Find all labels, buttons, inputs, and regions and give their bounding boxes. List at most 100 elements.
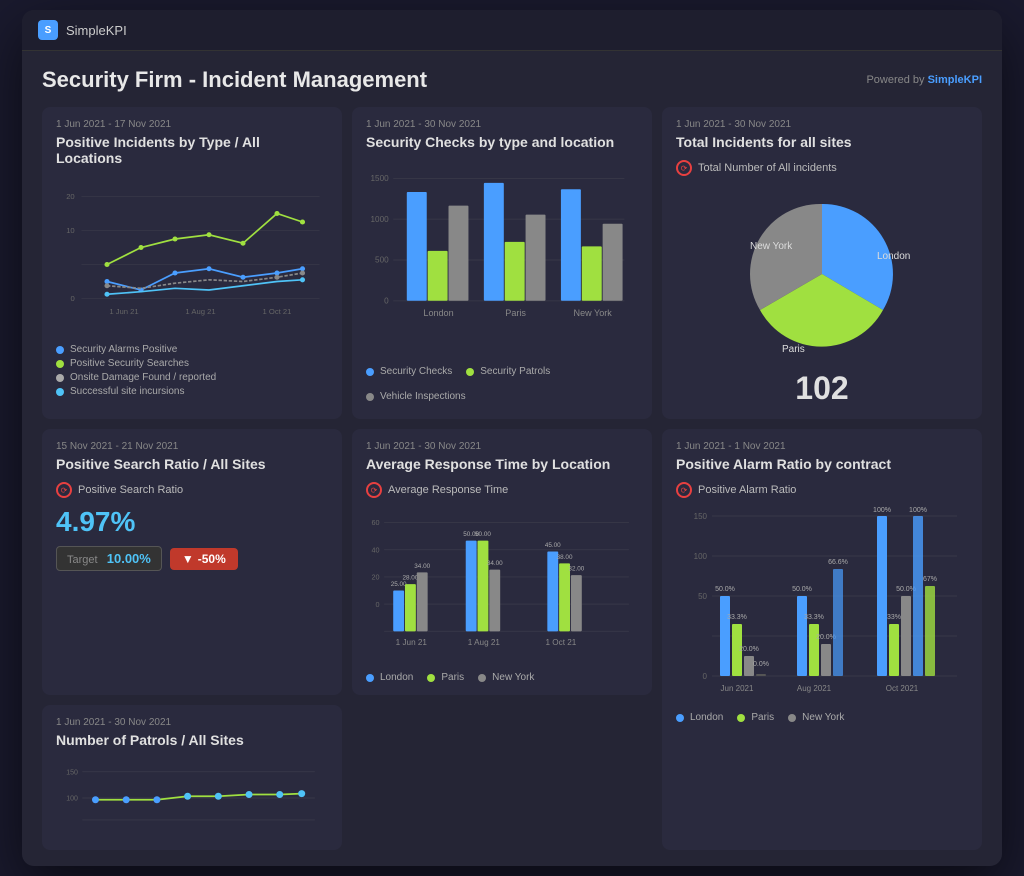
app-name: SimpleKPI — [66, 23, 127, 38]
legend-security-patrols: Security Patrols — [466, 366, 550, 377]
card2-title: Security Checks by type and location — [366, 134, 638, 150]
pie-chart-container: London Paris New York 102 — [676, 184, 968, 407]
legend-dot-newyork — [478, 674, 486, 682]
svg-text:Jun 2021: Jun 2021 — [721, 684, 754, 693]
legend-searches: Positive Security Searches — [56, 358, 328, 369]
legend-dot-security-checks — [366, 368, 374, 376]
card-response-time: 1 Jun 2021 - 30 Nov 2021 Average Respons… — [352, 429, 652, 695]
svg-text:20.0%: 20.0% — [816, 634, 836, 641]
legend-dot-incursions — [56, 388, 64, 396]
svg-text:50.00: 50.00 — [475, 531, 491, 538]
card5-title: Average Response Time by Location — [366, 456, 638, 472]
svg-text:66.6%: 66.6% — [828, 559, 848, 566]
card5-date: 1 Jun 2021 - 30 Nov 2021 — [366, 441, 638, 452]
card4-title: Positive Search Ratio / All Sites — [56, 456, 328, 472]
svg-text:Aug 2021: Aug 2021 — [797, 684, 832, 693]
card2-date: 1 Jun 2021 - 30 Nov 2021 — [366, 119, 638, 130]
legend-alarm-newyork: New York — [788, 712, 844, 723]
card-search-ratio: 15 Nov 2021 - 21 Nov 2021 Positive Searc… — [42, 429, 342, 695]
card4-value: 4.97% — [56, 506, 328, 538]
card-alarm-ratio: 1 Jun 2021 - 1 Nov 2021 Positive Alarm R… — [662, 429, 982, 850]
svg-text:33.3%: 33.3% — [727, 614, 747, 621]
legend-dot-vehicle-inspections — [366, 393, 374, 401]
svg-text:0.0%: 0.0% — [753, 661, 769, 668]
card6-legend: London Paris New York — [676, 712, 968, 723]
main-content: Security Firm - Incident Management Powe… — [22, 51, 1002, 866]
svg-text:Paris: Paris — [505, 308, 526, 318]
card3-kpi-label: Total Number of All incidents — [698, 162, 837, 174]
svg-text:London: London — [423, 308, 453, 318]
legend-dot-alarms — [56, 346, 64, 354]
line-chart: 20 10 0 1 Jun 21 1 Aug 21 1 Oct 21 — [56, 176, 328, 336]
response-chart-svg: 60 40 20 0 25.00 28.00 34.00 50.00 — [366, 506, 638, 666]
svg-text:40: 40 — [372, 545, 380, 554]
svg-text:20.0%: 20.0% — [739, 646, 759, 653]
legend-dot-alarm-london — [676, 714, 684, 722]
kpi-icon-search: ⟳ — [56, 482, 72, 498]
legend-dot-alarm-newyork — [788, 714, 796, 722]
svg-text:0: 0 — [70, 294, 74, 303]
legend-incursions: Successful site incursions — [56, 386, 328, 397]
kpi-icon-alarm: ⟳ — [676, 482, 692, 498]
target-label: Target 10.00% — [56, 546, 162, 571]
card5-legend: London Paris New York — [366, 672, 638, 683]
bar-chart-svg: 1500 1000 500 0 — [366, 160, 638, 360]
pie-total: 102 — [795, 370, 848, 407]
svg-text:New York: New York — [574, 308, 613, 318]
svg-text:50.0%: 50.0% — [715, 586, 735, 593]
card3-subtitle: ⟳ Total Number of All incidents — [676, 160, 968, 176]
svg-text:1 Jun 21: 1 Jun 21 — [109, 307, 138, 316]
svg-text:45.00: 45.00 — [545, 542, 561, 549]
kpi-icon-response: ⟳ — [366, 482, 382, 498]
svg-text:67%: 67% — [923, 576, 937, 583]
card2-legend: Security Checks Security Patrols Vehicle… — [366, 366, 638, 402]
svg-text:38.00: 38.00 — [557, 554, 573, 561]
svg-text:150: 150 — [694, 512, 708, 521]
svg-text:34.00: 34.00 — [487, 560, 503, 567]
legend-dot-security-patrols — [466, 368, 474, 376]
app-window: S SimpleKPI Security Firm - Incident Man… — [22, 10, 1002, 866]
legend-damage: Onsite Damage Found / reported — [56, 372, 328, 383]
legend-security-checks: Security Checks — [366, 366, 452, 377]
svg-text:20: 20 — [372, 573, 380, 582]
patrol-chart-area: 150 100 — [56, 758, 328, 838]
svg-text:Oct 2021: Oct 2021 — [886, 684, 919, 693]
legend-alarms: Security Alarms Positive — [56, 344, 328, 355]
alarm-chart-svg: 150 100 50 0 50.0% 33.3% 20.0% Jun 2021 — [676, 506, 968, 706]
card7-title: Number of Patrols / All Sites — [56, 732, 328, 748]
svg-text:1 Aug 21: 1 Aug 21 — [468, 638, 501, 647]
svg-text:50: 50 — [698, 592, 707, 601]
card-total-incidents: 1 Jun 2021 - 30 Nov 2021 Total Incidents… — [662, 107, 982, 419]
svg-text:0: 0 — [376, 600, 380, 609]
page-header: Security Firm - Incident Management Powe… — [42, 67, 982, 93]
svg-text:500: 500 — [375, 256, 389, 265]
down-arrow-icon: ▼ — [182, 552, 194, 566]
page-title: Security Firm - Incident Management — [42, 67, 427, 93]
powered-by: Powered by SimpleKPI — [866, 74, 982, 86]
svg-text:1000: 1000 — [371, 215, 390, 224]
legend-alarm-paris: Paris — [737, 712, 774, 723]
svg-text:100%: 100% — [909, 507, 927, 514]
card4-date: 15 Nov 2021 - 21 Nov 2021 — [56, 441, 328, 452]
card1-legend: Security Alarms Positive Positive Securi… — [56, 344, 328, 397]
legend-vehicle-inspections: Vehicle Inspections — [366, 391, 466, 402]
svg-text:25.00: 25.00 — [391, 581, 407, 588]
card6-kpi-label: Positive Alarm Ratio — [698, 484, 796, 496]
svg-text:1 Aug 21: 1 Aug 21 — [185, 307, 215, 316]
card5-kpi-label: Average Response Time — [388, 484, 508, 496]
title-bar: S SimpleKPI — [22, 10, 1002, 51]
variance-badge: ▼ -50% — [170, 548, 238, 570]
svg-text:London: London — [877, 251, 910, 262]
svg-text:0: 0 — [384, 297, 389, 306]
card7-date: 1 Jun 2021 - 30 Nov 2021 — [56, 717, 328, 728]
card-positive-incidents: 1 Jun 2021 - 17 Nov 2021 Positive Incide… — [42, 107, 342, 419]
svg-text:1 Oct 21: 1 Oct 21 — [546, 638, 577, 647]
svg-text:1500: 1500 — [371, 174, 390, 183]
svg-text:100: 100 — [694, 552, 708, 561]
svg-text:50.0%: 50.0% — [792, 586, 812, 593]
svg-text:100: 100 — [66, 796, 78, 803]
legend-dot-damage — [56, 374, 64, 382]
card4-kpi-label: Positive Search Ratio — [78, 484, 183, 496]
dashboard-grid: 1 Jun 2021 - 17 Nov 2021 Positive Incide… — [42, 107, 982, 850]
svg-text:50.0%: 50.0% — [896, 586, 916, 593]
